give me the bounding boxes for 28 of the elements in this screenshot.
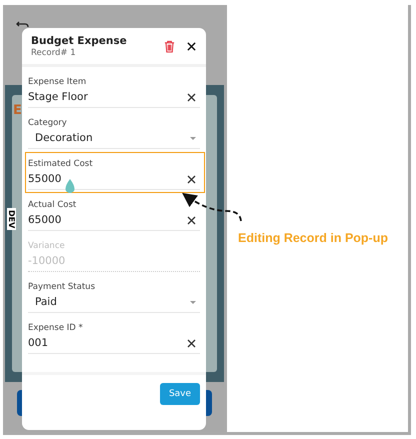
environment-tag: DEV bbox=[7, 208, 16, 230]
field-label: Expense Item bbox=[28, 76, 88, 88]
clear-icon[interactable] bbox=[187, 93, 196, 102]
field-value: -10000 bbox=[28, 254, 66, 269]
field-label: Expense ID * bbox=[28, 322, 84, 334]
record-number: Record# 1 bbox=[31, 48, 77, 58]
dropdown-value[interactable]: Decoration bbox=[28, 131, 93, 146]
dropdown-value[interactable]: Paid bbox=[28, 295, 57, 310]
text-cursor-icon bbox=[64, 179, 76, 194]
caret-icon[interactable] bbox=[190, 137, 196, 140]
field-label: Actual Cost bbox=[28, 199, 78, 211]
field-value[interactable]: 55000 bbox=[28, 172, 62, 187]
clear-icon[interactable] bbox=[187, 216, 196, 225]
page-heading: E bbox=[13, 103, 23, 118]
field-label: Variance bbox=[28, 240, 66, 252]
field-label: Estimated Cost bbox=[28, 158, 94, 170]
field-label: Category bbox=[28, 117, 68, 129]
dialog-title: Budget Expense bbox=[31, 35, 128, 47]
field-label: Payment Status bbox=[28, 281, 96, 293]
delete-icon[interactable] bbox=[164, 40, 175, 53]
close-icon[interactable] bbox=[187, 42, 196, 51]
field-value[interactable]: 65000 bbox=[28, 213, 62, 228]
caret-icon[interactable] bbox=[190, 301, 196, 304]
clear-icon[interactable] bbox=[187, 175, 196, 184]
clear-icon[interactable] bbox=[187, 339, 196, 348]
field-value[interactable]: 001 bbox=[28, 336, 48, 351]
callout-label: Editing Record in Pop-up bbox=[238, 231, 388, 245]
field-value[interactable]: Stage Floor bbox=[28, 90, 88, 105]
